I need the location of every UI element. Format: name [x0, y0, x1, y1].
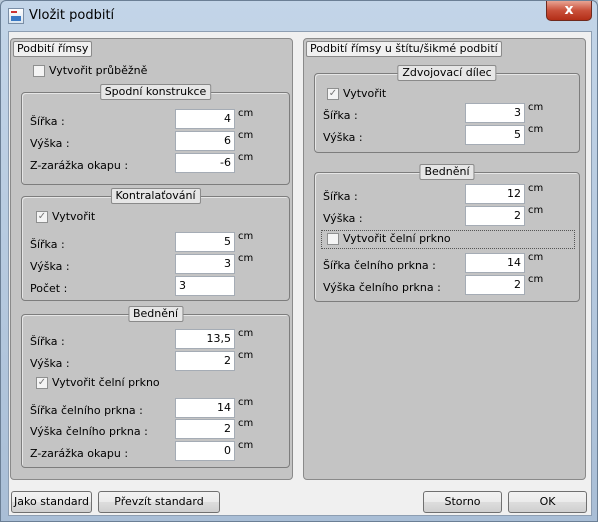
- fascia-width-unit: cm: [238, 397, 254, 408]
- boarding-height-input[interactable]: 2: [175, 351, 235, 371]
- counter-battens-height-input[interactable]: 3: [175, 254, 235, 274]
- substructure-eaves-label: Z-zarážka okapu :: [30, 159, 129, 172]
- counter-battens-title: Kontralaťování: [110, 188, 201, 204]
- fascia-create-label: Vytvořit čelní prkno: [52, 376, 160, 389]
- gable-boarding-width-unit: cm: [528, 183, 544, 194]
- as-standard-button[interactable]: Jako standard: [11, 491, 92, 513]
- close-button[interactable]: x: [546, 1, 592, 21]
- gable-fascia-create-label: Vytvořit čelní prkno: [343, 232, 451, 245]
- app-icon: [8, 8, 24, 24]
- counter-battens-width-unit: cm: [238, 231, 254, 242]
- doubling-height-input[interactable]: 5: [465, 125, 525, 145]
- boarding-title: Bednění: [127, 306, 184, 322]
- boarding-width-input[interactable]: 13,5: [175, 329, 235, 349]
- gable-fascia-width-input[interactable]: 14: [465, 253, 525, 273]
- boarding-height-label: Výška :: [30, 357, 70, 370]
- gable-fascia-create-checkbox[interactable]: [327, 233, 339, 245]
- substructure-group: Spodní konstrukce Šířka : 4 cm Výška : 6…: [21, 84, 290, 185]
- boarding-height-unit: cm: [238, 350, 254, 361]
- doubling-width-input[interactable]: 3: [465, 103, 525, 123]
- substructure-height-input[interactable]: 6: [175, 131, 235, 151]
- substructure-eaves-unit: cm: [238, 152, 254, 163]
- substructure-height-unit: cm: [238, 130, 254, 141]
- dialog-client-area: Podbití římsy Vytvořit průběžně Spodní k…: [8, 31, 592, 516]
- doubling-width-label: Šířka :: [323, 109, 358, 122]
- doubling-group: Zdvojovací dílec ✓ Vytvořit Šířka : 3 cm…: [314, 65, 580, 153]
- dialog-window: Vložit podbití x Podbití římsy Vytvořit …: [0, 0, 598, 522]
- gable-soffit-panel: Podbití římsy u štítu/šikmé podbití Zdvo…: [303, 38, 586, 480]
- title-bar[interactable]: Vložit podbití x: [1, 1, 597, 31]
- boarding-eaves-unit: cm: [238, 440, 254, 451]
- counter-battens-create-label: Vytvořit: [52, 210, 96, 223]
- gable-fascia-height-input[interactable]: 2: [465, 275, 525, 295]
- substructure-width-unit: cm: [238, 108, 254, 119]
- gable-boarding-height-input[interactable]: 2: [465, 206, 525, 226]
- continuous-checkbox[interactable]: [33, 65, 45, 77]
- doubling-create-checkbox[interactable]: ✓: [327, 88, 339, 100]
- fascia-height-unit: cm: [238, 418, 254, 429]
- substructure-height-label: Výška :: [30, 137, 70, 150]
- counter-battens-count-label: Počet :: [30, 282, 68, 295]
- eaves-soffit-title: Podbití římsy: [13, 41, 93, 57]
- gable-fascia-width-unit: cm: [528, 252, 544, 263]
- doubling-width-unit: cm: [528, 102, 544, 113]
- counter-battens-count-input[interactable]: 3: [175, 276, 235, 296]
- cancel-button[interactable]: Storno: [423, 491, 502, 513]
- ok-button[interactable]: OK: [508, 491, 587, 513]
- eaves-soffit-panel: Podbití římsy Vytvořit průběžně Spodní k…: [10, 38, 293, 480]
- gable-soffit-title: Podbití římsy u štítu/šikmé podbití: [306, 41, 502, 57]
- boarding-width-unit: cm: [238, 328, 254, 339]
- substructure-width-label: Šířka :: [30, 115, 65, 128]
- window-title: Vložit podbití: [29, 8, 115, 23]
- gable-boarding-height-label: Výška :: [323, 212, 363, 225]
- gable-boarding-width-label: Šířka :: [323, 190, 358, 203]
- gable-boarding-title: Bednění: [419, 164, 475, 180]
- substructure-eaves-input[interactable]: -6: [175, 153, 235, 173]
- gable-boarding-group: Bednění Šířka : 12 cm Výška : 2 cm Vytvo…: [314, 164, 580, 302]
- continuous-label: Vytvořit průběžně: [49, 64, 148, 77]
- gable-boarding-width-input[interactable]: 12: [465, 184, 525, 204]
- boarding-group: Bednění Šířka : 13,5 cm Výška : 2 cm ✓ V…: [21, 306, 290, 468]
- counter-battens-create-checkbox[interactable]: ✓: [36, 211, 48, 223]
- substructure-title: Spodní konstrukce: [99, 84, 212, 100]
- counter-battens-height-unit: cm: [238, 253, 254, 264]
- fascia-create-checkbox[interactable]: ✓: [36, 377, 48, 389]
- fascia-width-input[interactable]: 14: [175, 398, 235, 418]
- boarding-eaves-label: Z-zarážka okapu :: [30, 447, 129, 460]
- counter-battens-width-label: Šířka :: [30, 238, 65, 251]
- gable-fascia-height-unit: cm: [528, 274, 544, 285]
- counter-battens-group: Kontralaťování ✓ Vytvořit Šířka : 5 cm V…: [21, 188, 290, 301]
- doubling-create-label: Vytvořit: [343, 87, 387, 100]
- boarding-width-label: Šířka :: [30, 335, 65, 348]
- substructure-width-input[interactable]: 4: [175, 109, 235, 129]
- take-standard-button[interactable]: Převzít standard: [98, 491, 220, 513]
- doubling-title: Zdvojovací dílec: [397, 65, 497, 81]
- gable-boarding-height-unit: cm: [528, 205, 544, 216]
- fascia-height-input[interactable]: 2: [175, 419, 235, 439]
- gable-fascia-width-label: Šířka čelního prkna :: [323, 259, 436, 272]
- counter-battens-height-label: Výška :: [30, 260, 70, 273]
- doubling-height-label: Výška :: [323, 131, 363, 144]
- counter-battens-width-input[interactable]: 5: [175, 232, 235, 252]
- doubling-height-unit: cm: [528, 124, 544, 135]
- fascia-height-label: Výška čelního prkna :: [30, 425, 148, 438]
- boarding-eaves-input[interactable]: 0: [175, 441, 235, 461]
- fascia-width-label: Šířka čelního prkna :: [30, 404, 143, 417]
- gable-fascia-height-label: Výška čelního prkna :: [323, 281, 441, 294]
